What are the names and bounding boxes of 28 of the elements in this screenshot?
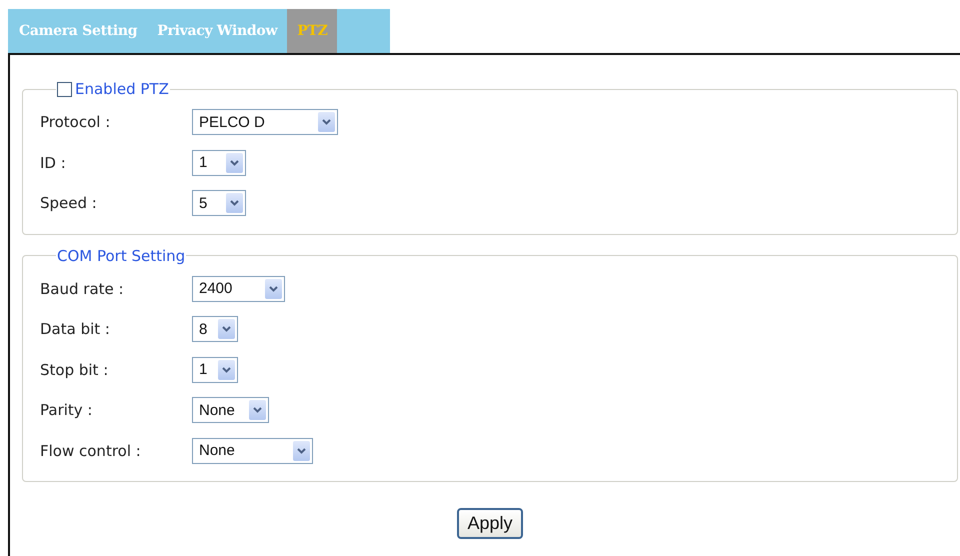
chevron-down-icon [265,278,282,299]
chevron-down-icon [226,152,243,173]
field-label: Stop bit : [40,360,110,379]
dropdown[interactable]: 1 [192,150,246,176]
chevron-down-icon [218,360,235,380]
field-label: Parity : [40,401,94,420]
chevron-down-icon [249,400,266,420]
field-label: Baud rate : [40,280,125,298]
chevron-down-icon [226,193,243,214]
dropdown[interactable]: PELCO D [192,109,338,136]
dropdown[interactable]: 2400 [192,276,285,302]
chevron-down-icon [218,319,235,340]
dropdown[interactable]: 5 [192,190,246,216]
field-label: Speed : [40,194,98,212]
field-label: Data bit : [40,320,111,338]
dropdown[interactable]: 8 [192,316,238,342]
group-title: Enabled PTZ [75,80,169,98]
field-label: ID : [40,154,67,172]
chevron-down-icon [293,440,310,461]
group-title: COM Port Setting [57,246,186,264]
chevron-down-icon [318,112,335,132]
dropdown[interactable]: None [192,397,269,424]
field-label: Protocol : [40,113,112,132]
apply-button[interactable]: Apply [457,508,523,539]
field-label: Flow control : [40,442,142,460]
checkbox[interactable] [57,82,72,96]
dropdown[interactable]: 1 [192,356,238,383]
dropdown[interactable]: None [192,438,313,464]
